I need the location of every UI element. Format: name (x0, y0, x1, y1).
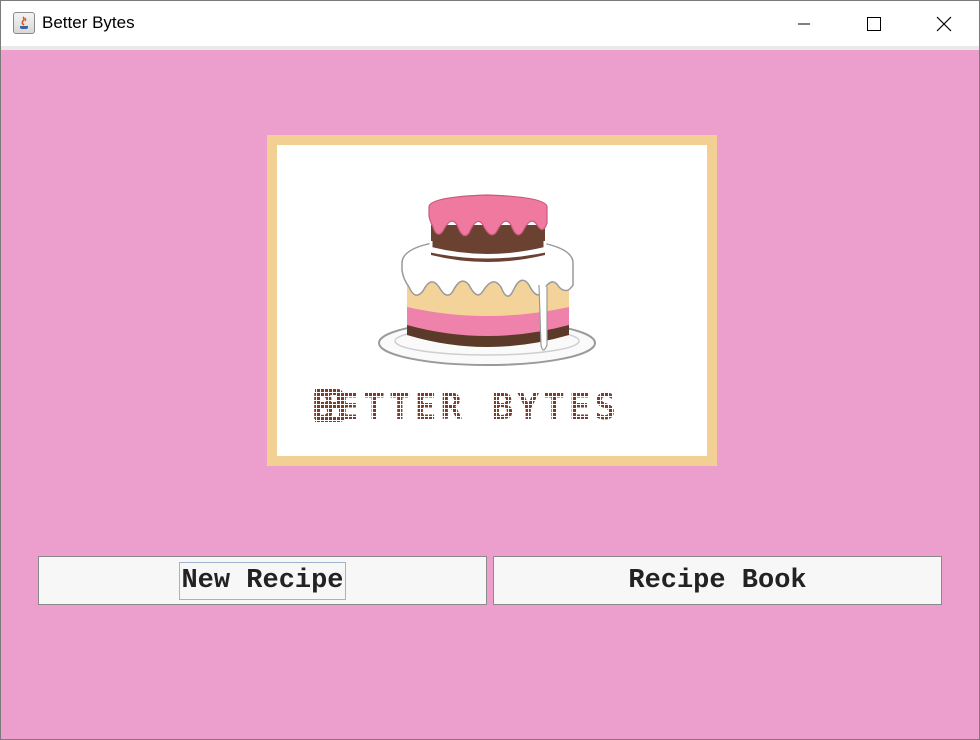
close-button[interactable] (909, 1, 979, 46)
window-title: Better Bytes (42, 13, 135, 32)
cake-logo-image: BETTER BYTES (312, 194, 620, 428)
minimize-button[interactable] (769, 1, 839, 46)
logo-text: BETTER BYTES (312, 387, 620, 428)
title-bar[interactable]: Better Bytes (1, 1, 979, 46)
maximize-icon (867, 16, 881, 31)
minimize-icon (798, 23, 810, 24)
new-recipe-button[interactable]: New Recipe (38, 556, 487, 605)
recipe-book-button[interactable]: Recipe Book (493, 556, 942, 605)
recipe-book-label: Recipe Book (628, 565, 807, 596)
app-window: Better Bytes BETTER BYTES New Recipe Rec… (0, 0, 980, 740)
new-recipe-label: New Recipe (179, 561, 346, 600)
better-bytes-logo: BETTER BYTES (267, 135, 717, 466)
close-icon (936, 16, 952, 31)
java-cup-icon (13, 12, 35, 34)
main-panel: BETTER BYTES New Recipe Recipe Book (1, 50, 979, 739)
maximize-button[interactable] (839, 1, 909, 46)
